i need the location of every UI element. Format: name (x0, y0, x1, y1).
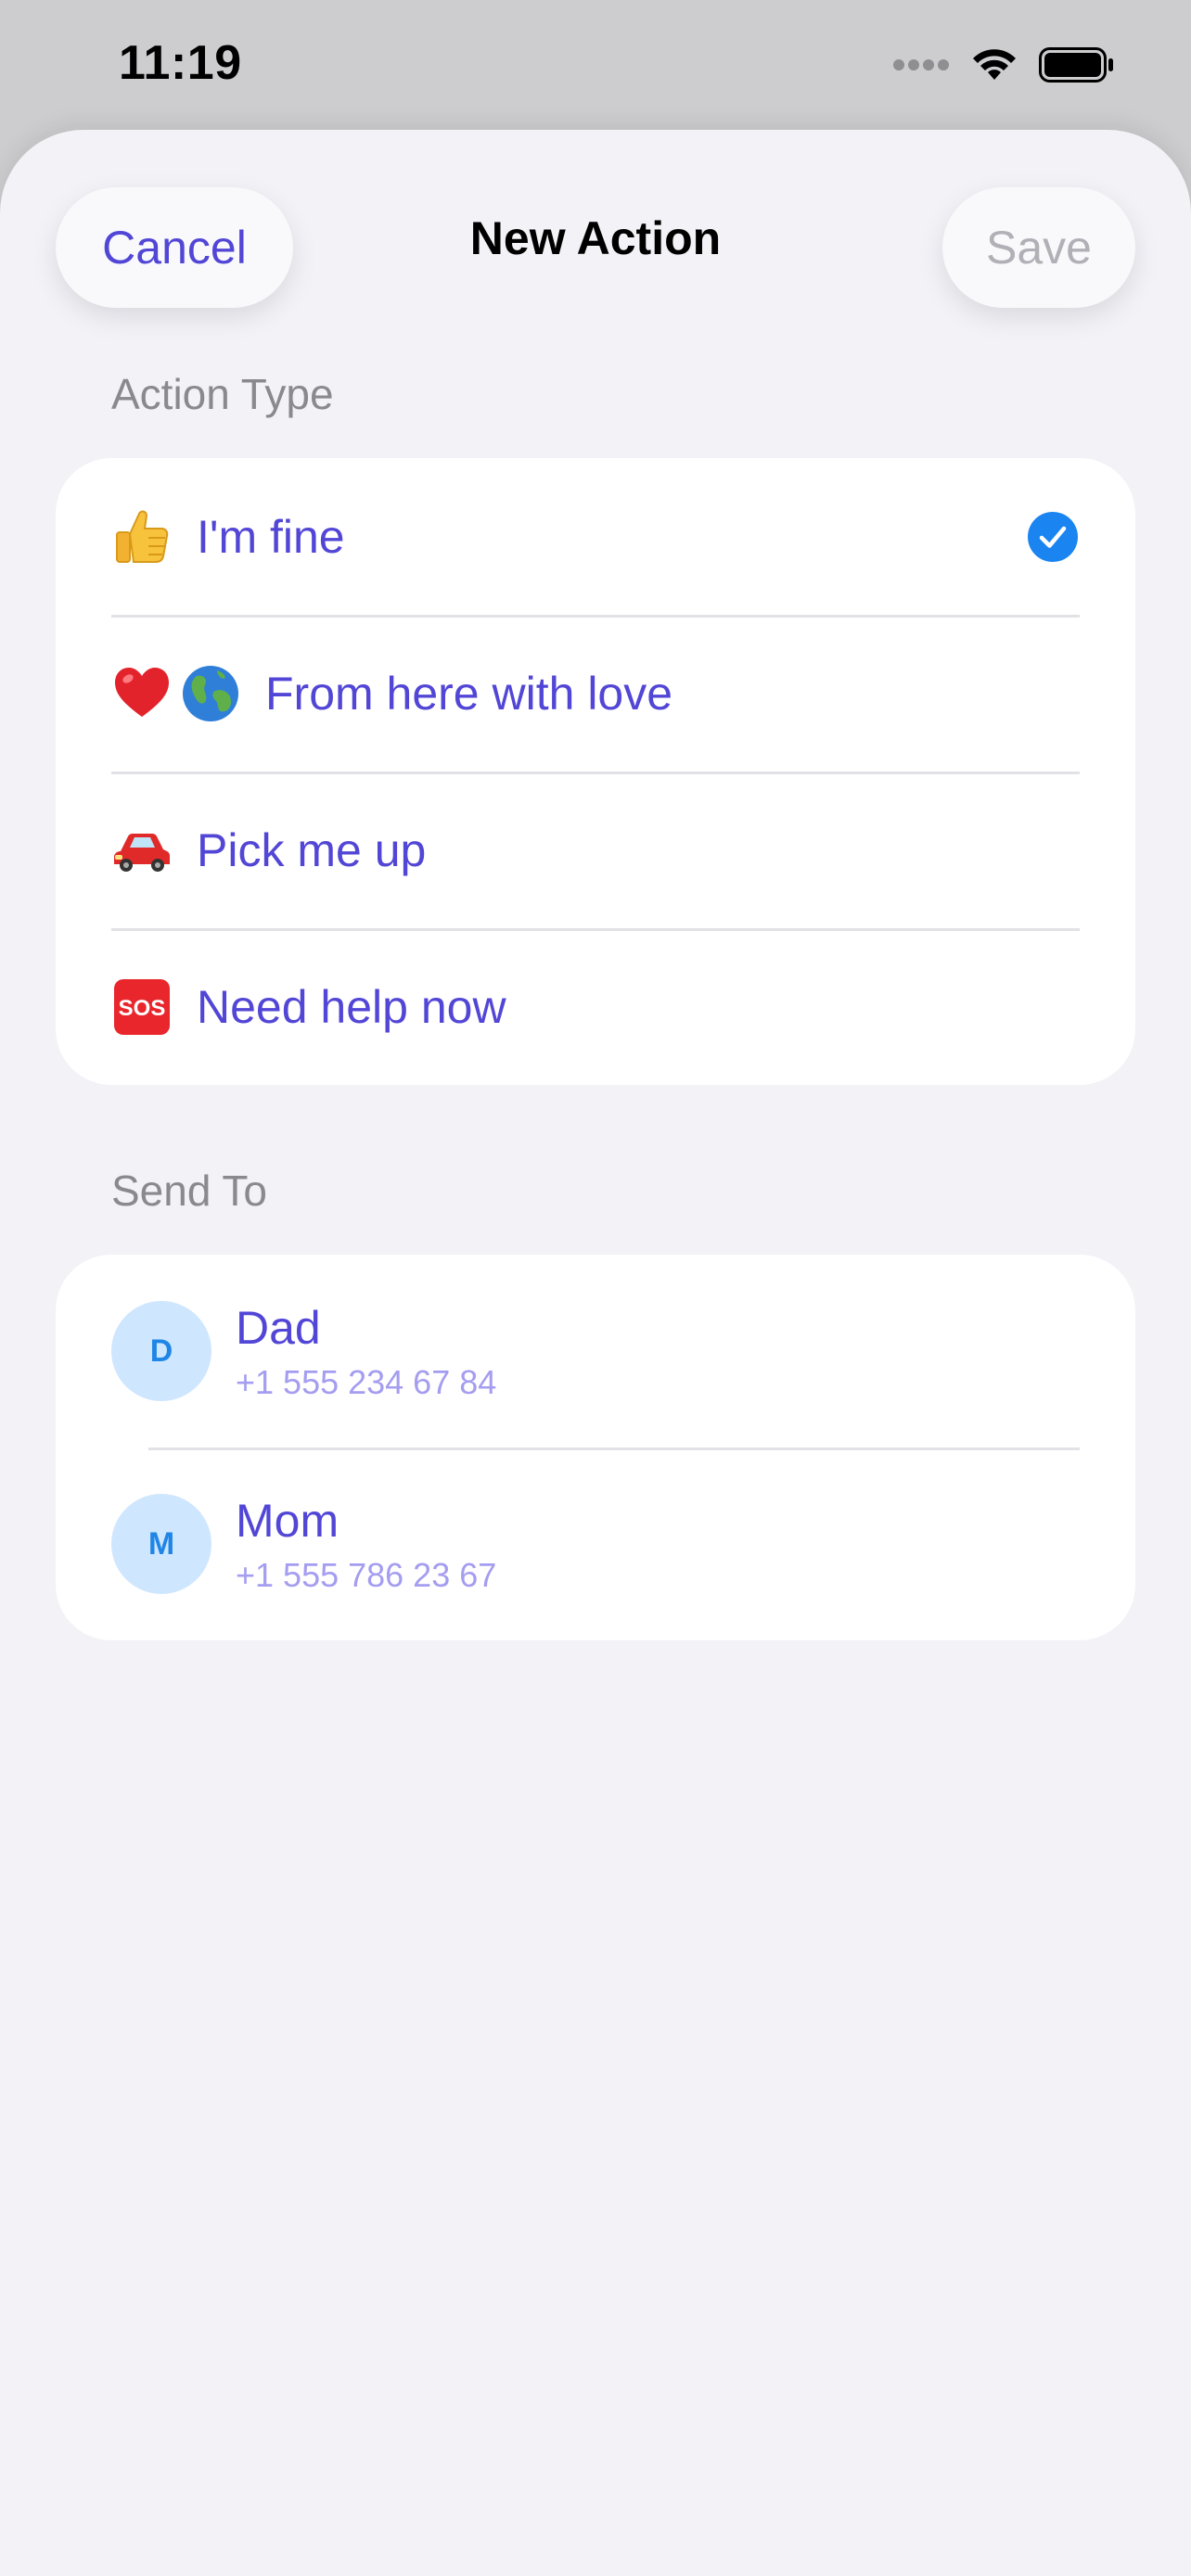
thumbs-up-icon (111, 506, 173, 567)
contact-row-dad[interactable]: D Dad +1 555 234 67 84 (56, 1255, 1135, 1447)
globe-icon (183, 665, 238, 721)
contact-text: Dad +1 555 234 67 84 (236, 1300, 496, 1402)
contact-name: Mom (236, 1495, 339, 1547)
contact-text: Mom +1 555 786 23 67 (236, 1493, 496, 1595)
contact-name: Dad (236, 1302, 321, 1354)
avatar: D (111, 1301, 211, 1401)
send-to-list: D Dad +1 555 234 67 84 M Mom +1 555 786 … (56, 1255, 1135, 1640)
signal-dots-icon (892, 58, 950, 76)
svg-text:SOS: SOS (119, 996, 166, 1021)
action-label: I'm fine (197, 510, 345, 563)
action-label: Need help now (197, 980, 506, 1033)
action-type-list: I'm fine From here with love Pick me up … (56, 458, 1135, 1085)
red-heart-icon (115, 667, 169, 717)
contact-phone: +1 555 786 23 67 (236, 1556, 497, 1594)
wifi-icon (970, 46, 1018, 88)
battery-icon (1039, 46, 1115, 87)
new-action-sheet: Cancel New Action Save Action Type I'm f… (0, 130, 1191, 2576)
car-icon (111, 820, 173, 881)
action-type-header: Action Type (111, 370, 334, 418)
status-time: 11:19 (119, 36, 242, 90)
checkmark-icon (1028, 512, 1078, 562)
send-to-header: Send To (111, 1167, 267, 1215)
heart-globe-icons (111, 663, 241, 724)
contact-row-mom[interactable]: M Mom +1 555 786 23 67 (56, 1447, 1135, 1640)
action-option-im-fine[interactable]: I'm fine (56, 458, 1135, 615)
avatar: M (111, 1494, 211, 1594)
action-label: From here with love (265, 667, 673, 720)
status-icons (892, 43, 1115, 91)
contact-phone: +1 555 234 67 84 (236, 1363, 497, 1401)
sos-icon: SOS (111, 976, 173, 1038)
status-bar: 11:19 (0, 0, 1191, 130)
save-button[interactable]: Save (942, 187, 1135, 308)
cancel-button[interactable]: Cancel (56, 187, 293, 308)
action-option-need-help-now[interactable]: SOS Need help now (56, 928, 1135, 1085)
action-option-from-here-with-love[interactable]: From here with love (56, 615, 1135, 772)
action-label: Pick me up (197, 823, 427, 876)
action-option-pick-me-up[interactable]: Pick me up (56, 772, 1135, 928)
